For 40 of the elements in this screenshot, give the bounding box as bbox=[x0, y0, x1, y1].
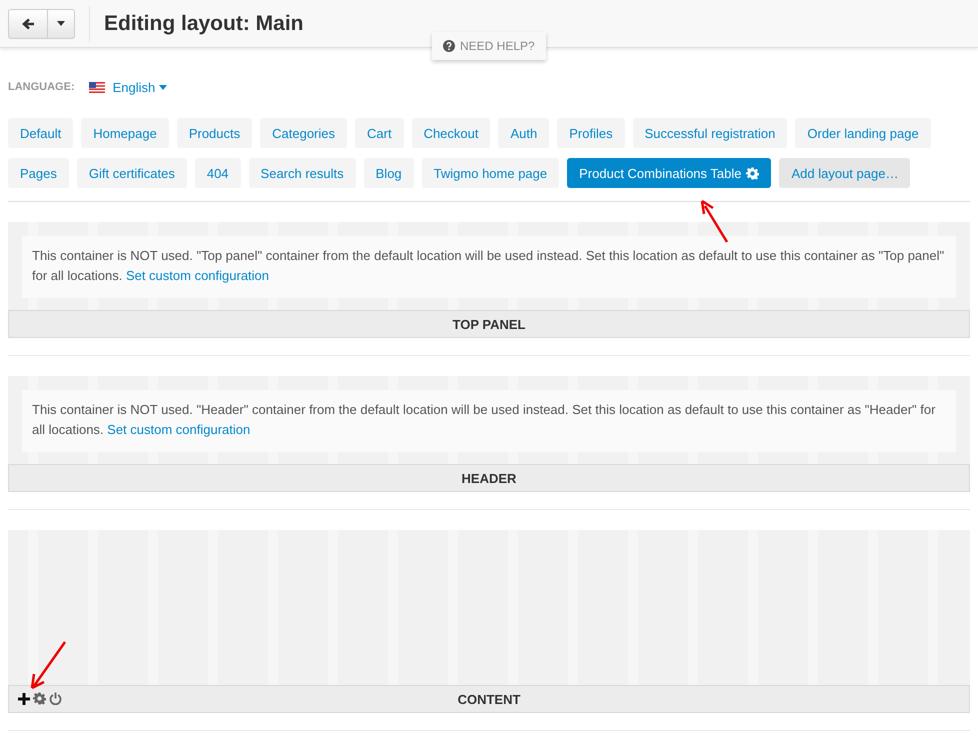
language-dropdown[interactable]: English bbox=[112, 80, 168, 94]
notice-text: This container is NOT used. "Top panel" container from the default location will be used instead. Set this location as default to use this container as "Top panel" for all locations. Set custom configuration bbox=[22, 236, 956, 298]
layout-tab[interactable]: Blog bbox=[364, 158, 414, 188]
page-title: Editing layout: Main bbox=[104, 12, 304, 36]
layout-tab[interactable]: Checkout bbox=[412, 118, 490, 148]
layout-tab[interactable]: Homepage bbox=[81, 118, 169, 148]
layout-tab[interactable]: Default bbox=[8, 118, 74, 148]
layout-tab[interactable]: Product Combinations Table bbox=[567, 158, 772, 188]
add-icon[interactable] bbox=[18, 692, 30, 704]
add-page-button[interactable]: Add layout page… bbox=[779, 158, 910, 188]
layout-tab[interactable]: Categories bbox=[260, 118, 347, 148]
container-title: TOP PANEL bbox=[452, 316, 526, 332]
language-label: LANGUAGE: bbox=[8, 81, 75, 93]
power-icon[interactable] bbox=[49, 692, 62, 705]
layout-tab[interactable]: Products bbox=[176, 118, 252, 148]
layout-tab[interactable]: 404 bbox=[194, 158, 241, 188]
annotation-arrow bbox=[700, 200, 730, 244]
layout-tab[interactable]: Successful registration bbox=[632, 118, 788, 148]
layout-tab[interactable]: Order landing page bbox=[795, 118, 931, 148]
gear-icon[interactable] bbox=[746, 166, 760, 180]
back-arrow-icon bbox=[22, 18, 34, 30]
question-icon bbox=[443, 40, 455, 52]
help-button[interactable]: NEED HELP? bbox=[432, 32, 546, 60]
settings-icon[interactable] bbox=[33, 692, 46, 705]
layout-tab[interactable]: Gift certificates bbox=[76, 158, 187, 188]
layout-tab[interactable]: Pages bbox=[8, 158, 69, 188]
caret-icon bbox=[57, 21, 65, 26]
caret-icon bbox=[159, 84, 168, 90]
layout-tab[interactable]: Search results bbox=[248, 158, 356, 188]
layout-tab[interactable]: Twigmo home page bbox=[422, 158, 560, 188]
container-title: CONTENT bbox=[458, 692, 520, 706]
annotation-arrow bbox=[30, 640, 68, 690]
container-title: HEADER bbox=[462, 470, 516, 486]
layout-tab[interactable]: Auth bbox=[498, 118, 550, 148]
layout-tab[interactable]: Cart bbox=[355, 118, 404, 148]
custom-config-link[interactable]: Set custom configuration bbox=[126, 268, 270, 283]
notice-text: This container is NOT used. "Header" container from the default location will be used instead. Set this location as default to use this container as "Header" for all locations. Set custom configuration bbox=[22, 390, 956, 452]
custom-config-link[interactable]: Set custom configuration bbox=[107, 422, 250, 437]
flag-icon bbox=[88, 82, 105, 92]
layout-tab[interactable]: Profiles bbox=[557, 118, 625, 148]
